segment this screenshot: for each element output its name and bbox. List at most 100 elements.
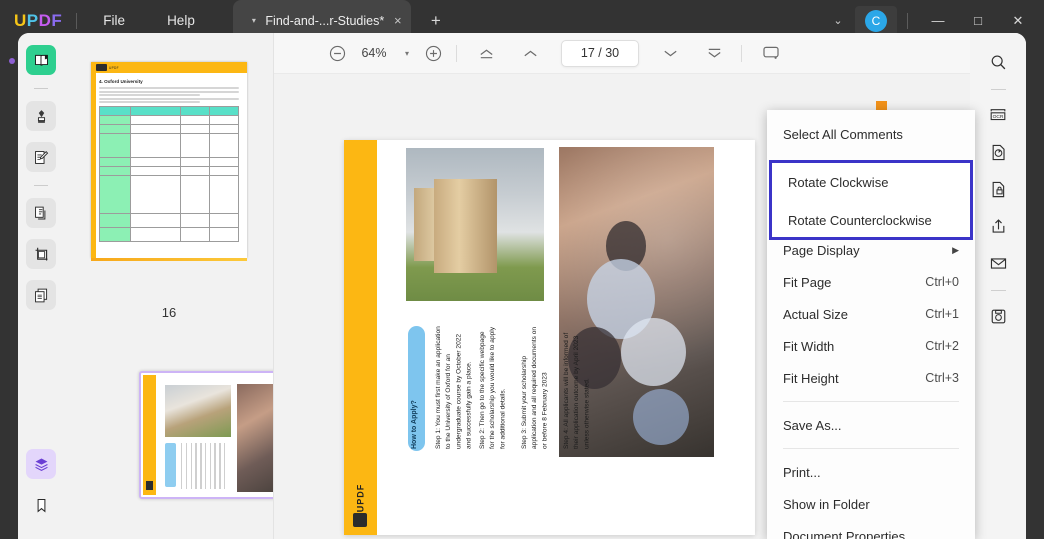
menu-label: Document Properties... bbox=[783, 528, 916, 539]
thumb17-section-tab bbox=[165, 443, 176, 487]
menu-label: Fit Width bbox=[783, 338, 835, 354]
thumb17-yellow-band bbox=[143, 375, 156, 495]
page-paragraph-1: Step 1: You must first make an applicati… bbox=[435, 326, 473, 449]
page-yellow-band: UPDF bbox=[344, 140, 377, 535]
sidebar-layers-icon[interactable] bbox=[26, 449, 56, 479]
menu-select-all-comments[interactable]: Select All Comments bbox=[767, 118, 975, 150]
thumb16-brand: UPDF bbox=[109, 65, 119, 70]
menu-fit-height[interactable]: Fit Height Ctrl+3 bbox=[767, 362, 975, 394]
next-page-button[interactable] bbox=[655, 38, 685, 68]
page-photo-building bbox=[406, 148, 544, 301]
thumbnail-page-16[interactable]: UPDF 4. Oxford University bbox=[91, 62, 247, 258]
thumb17-logo-mark bbox=[146, 481, 153, 490]
menu-label: Rotate Counterclockwise bbox=[788, 212, 932, 228]
zoom-level-value[interactable]: 64% bbox=[352, 46, 396, 60]
page-number-input[interactable]: 17 / 30 bbox=[561, 39, 639, 67]
chevron-down-icon[interactable]: ▾ bbox=[396, 49, 418, 58]
close-icon[interactable]: × bbox=[385, 13, 411, 28]
menu-label: Show in Folder bbox=[783, 496, 870, 512]
menu-shortcut: Ctrl+2 bbox=[925, 339, 959, 353]
menu-rotate-counterclockwise[interactable]: Rotate Counterclockwise bbox=[772, 201, 970, 239]
thumb16-yellow-band bbox=[91, 73, 96, 258]
first-page-button[interactable] bbox=[471, 38, 501, 68]
thumb16-line bbox=[99, 87, 239, 89]
pdf-page-17: UPDF How to Apply? Step 1: You must firs… bbox=[344, 140, 755, 535]
page-brand-text: UPDF bbox=[355, 483, 365, 513]
menu-label: Print... bbox=[783, 464, 821, 480]
menu-shortcut: Ctrl+0 bbox=[925, 275, 959, 289]
presentation-mode-button[interactable] bbox=[756, 38, 786, 68]
sidebar-convert-icon[interactable] bbox=[26, 280, 56, 310]
tab-dropdown-icon[interactable]: ▾ bbox=[243, 16, 265, 25]
menu-show-in-folder[interactable]: Show in Folder bbox=[767, 488, 975, 520]
save-icon[interactable] bbox=[983, 301, 1013, 331]
rotate-highlight-box: Rotate Clockwise Rotate Counterclockwise bbox=[769, 160, 973, 240]
chevron-down-icon[interactable]: ⌄ bbox=[821, 14, 855, 27]
menu-label: Page Display bbox=[783, 242, 860, 258]
thumbnail-number-16: 16 bbox=[161, 305, 177, 320]
toolbar-divider-2 bbox=[741, 44, 742, 62]
menu-file[interactable]: File bbox=[91, 8, 137, 33]
last-page-button[interactable] bbox=[699, 38, 729, 68]
right-rail-divider-1 bbox=[990, 89, 1006, 90]
context-menu[interactable]: Select All Comments Page Display ▶ Fit P… bbox=[767, 110, 975, 539]
page-brand-vertical: UPDF bbox=[346, 481, 374, 527]
ocr-icon[interactable]: OCR bbox=[983, 100, 1013, 130]
account-button[interactable]: C bbox=[855, 5, 897, 36]
titlebar-divider bbox=[76, 12, 78, 29]
sidebar-crop-icon[interactable] bbox=[26, 239, 56, 269]
thumb16-line bbox=[99, 97, 239, 100]
thumbnail-page-17[interactable] bbox=[139, 371, 273, 499]
previous-page-button[interactable] bbox=[515, 38, 545, 68]
menu-document-properties[interactable]: Document Properties... bbox=[767, 520, 975, 539]
menu-label: Fit Height bbox=[783, 370, 839, 386]
right-tool-rail: OCR bbox=[970, 33, 1026, 539]
thumb16-line bbox=[99, 90, 239, 93]
convert-file-icon[interactable] bbox=[983, 137, 1013, 167]
selection-marker bbox=[876, 101, 887, 110]
logo-letter-d: D bbox=[38, 10, 52, 30]
rail-divider-1 bbox=[34, 88, 48, 89]
menu-save-as[interactable]: Save As... bbox=[767, 409, 975, 441]
sidebar-edit-icon[interactable] bbox=[26, 142, 56, 172]
thumb16-logo-mark bbox=[96, 64, 107, 71]
thumb17-text-lines bbox=[181, 443, 229, 489]
thumb16-footer-bar bbox=[91, 258, 247, 261]
thumb16-table bbox=[99, 106, 240, 243]
left-tool-rail bbox=[18, 33, 64, 539]
sidebar-highlight-icon[interactable] bbox=[26, 101, 56, 131]
menu-print[interactable]: Print... bbox=[767, 456, 975, 488]
menu-shortcut: Ctrl+3 bbox=[925, 371, 959, 385]
sidebar-reader-icon[interactable] bbox=[26, 45, 56, 75]
menu-label: Save As... bbox=[783, 417, 842, 433]
sidebar-organize-pages-icon[interactable] bbox=[26, 198, 56, 228]
email-icon[interactable] bbox=[983, 248, 1013, 278]
sidebar-bookmark-icon[interactable] bbox=[26, 490, 56, 520]
menu-fit-page[interactable]: Fit Page Ctrl+0 bbox=[767, 266, 975, 298]
page-logo-mark bbox=[353, 513, 367, 527]
menu-actual-size[interactable]: Actual Size Ctrl+1 bbox=[767, 298, 975, 330]
menu-rotate-clockwise[interactable]: Rotate Clockwise bbox=[772, 163, 970, 201]
menu-help[interactable]: Help bbox=[155, 8, 207, 33]
zoom-out-button[interactable] bbox=[322, 38, 352, 68]
menu-fit-width[interactable]: Fit Width Ctrl+2 bbox=[767, 330, 975, 362]
thumb16-header: UPDF bbox=[91, 62, 247, 73]
page-section-tab-label: How to Apply? bbox=[411, 400, 418, 449]
menu-divider-1 bbox=[783, 401, 959, 402]
menu-label: Select All Comments bbox=[783, 126, 903, 142]
page-rotated-text-block: How to Apply? Step 1: You must first mak… bbox=[408, 326, 708, 456]
search-icon[interactable] bbox=[983, 47, 1013, 77]
building-tower bbox=[433, 178, 498, 274]
thumbnail-page-17-wrapper bbox=[139, 371, 273, 499]
controls-divider bbox=[907, 12, 908, 29]
chevron-right-icon: ▶ bbox=[952, 244, 959, 255]
thumb16-body: 4. Oxford University bbox=[91, 73, 247, 248]
thumbnail-panel[interactable]: UPDF 4. Oxford University 16 bbox=[64, 33, 274, 539]
menu-divider-2 bbox=[783, 448, 959, 449]
zoom-in-button[interactable] bbox=[418, 38, 448, 68]
new-tab-icon[interactable]: + bbox=[425, 11, 447, 31]
thumb16-heading: 4. Oxford University bbox=[99, 79, 143, 84]
protect-icon[interactable] bbox=[983, 174, 1013, 204]
logo-letter-p: P bbox=[26, 10, 39, 30]
share-icon[interactable] bbox=[983, 211, 1013, 241]
